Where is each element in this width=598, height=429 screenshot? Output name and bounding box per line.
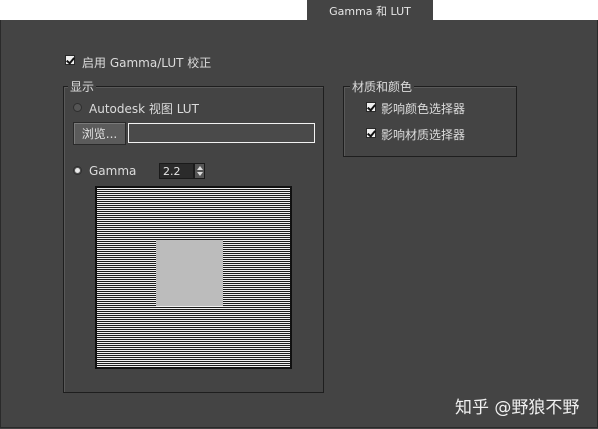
material-color-group (343, 86, 517, 157)
enable-gamma-lut-label: 启用 Gamma/LUT 校正 (82, 56, 212, 70)
spinner-down-icon[interactable] (197, 172, 203, 176)
gamma-test-pattern (95, 186, 292, 369)
browse-button[interactable]: 浏览... (73, 122, 126, 145)
lut-path-input[interactable] (128, 123, 315, 143)
top-strip (0, 0, 598, 20)
gamma-label: Gamma (89, 164, 137, 178)
gamma-reference-square (156, 240, 223, 306)
gamma-value-input[interactable]: 2.2 (159, 163, 194, 179)
gamma-spinner-arrows[interactable] (194, 163, 205, 179)
watermark-text: 知乎 @野狼不野 (455, 398, 580, 418)
display-group-title: 显示 (68, 78, 97, 95)
enable-gamma-lut-checkbox[interactable] (65, 55, 75, 65)
affect-material-picker-checkbox[interactable] (366, 128, 376, 138)
material-color-group-title: 材质和颜色 (350, 78, 415, 95)
autodesk-lut-label: Autodesk 视图 LUT (89, 102, 199, 116)
gamma-radio[interactable] (73, 166, 82, 175)
affect-material-picker-label: 影响材质选择器 (381, 128, 466, 142)
tab-gamma-lut[interactable]: Gamma 和 LUT (307, 0, 433, 21)
autodesk-lut-radio[interactable] (73, 103, 82, 112)
affect-color-picker-checkbox[interactable] (366, 102, 376, 112)
spinner-up-icon[interactable] (197, 166, 203, 170)
affect-color-picker-label: 影响颜色选择器 (381, 102, 466, 116)
